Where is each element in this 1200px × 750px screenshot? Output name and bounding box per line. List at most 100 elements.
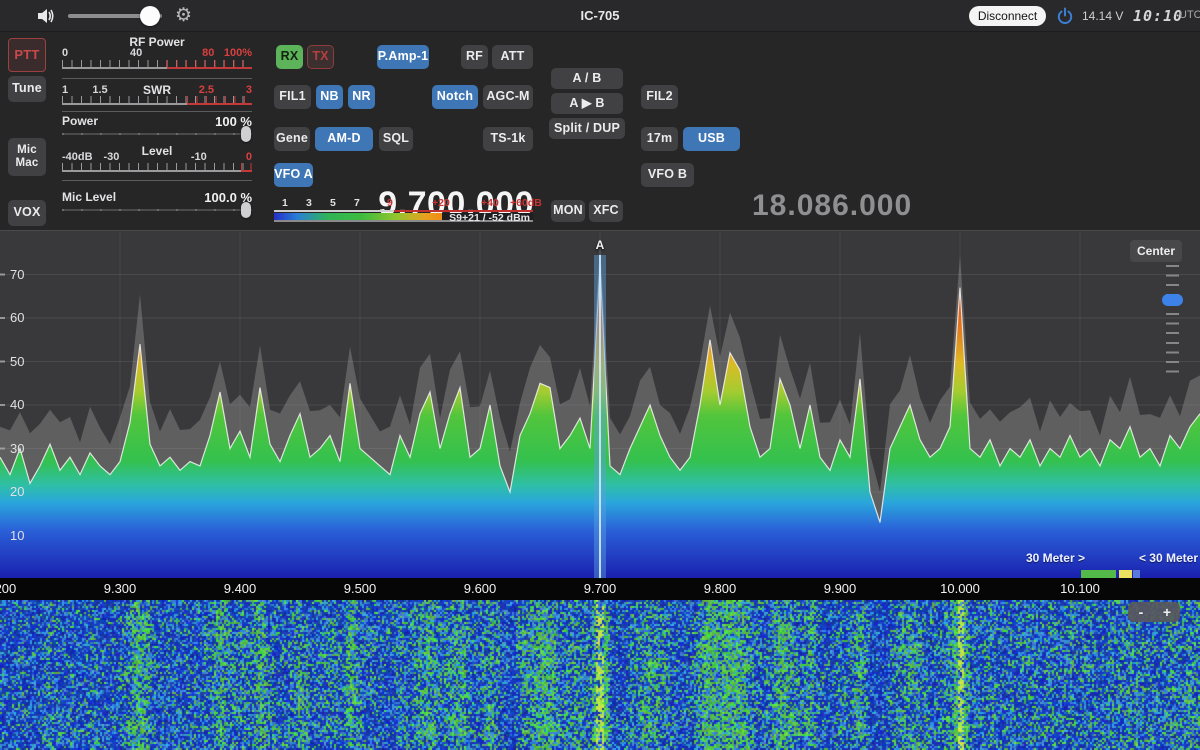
rf-gain-button[interactable]: RF [461,45,488,69]
app-window: ⚙ IC-705 Disconnect 14.14 V 10:10 UTC PT… [0,0,1200,750]
waterfall-display[interactable] [0,600,1200,750]
meter-tick-label: 0 [62,47,68,59]
ts-button[interactable]: TS-1k [483,127,533,151]
frequency-tick-label: 9.600 [464,581,497,596]
s-meter-tick-label: 3 [306,197,312,209]
top-bar: ⚙ IC-705 Disconnect 14.14 V 10:10 UTC [0,0,1200,32]
waterfall-zoom-out-button[interactable]: - [1128,602,1154,622]
power-slider[interactable] [62,130,252,138]
split-dup-button[interactable]: Split / DUP [549,118,625,139]
ab-swap-button[interactable]: A / B [551,68,623,89]
meter-tick-label: 0 [246,151,252,163]
sql-button[interactable]: SQL [379,127,413,151]
frequency-tick-label: 10.100 [1060,581,1100,596]
usb-mode-button[interactable]: USB [683,127,740,151]
s-meter-tick-label: +60dB [510,197,542,209]
meter-tick-label: -30 [103,151,119,163]
mode-button[interactable]: AM-D [315,127,373,151]
a-to-b-button[interactable]: A ▶ B [551,93,623,114]
utc-clock: 10:10 [1133,7,1183,25]
meter-tick-label: 1 [62,84,68,96]
utc-label: UTC [1179,9,1200,21]
s-meter-tick-label: 9 [387,197,393,209]
frequency-tick-label: 9.500 [344,581,377,596]
vfo-a-marker-label: A [590,238,610,252]
tx-button[interactable]: TX [307,45,334,69]
s-meter-fill [274,213,442,220]
level-meter [62,163,252,172]
s-meter-tick-label: +40 [481,197,499,209]
power-slider-handle[interactable] [241,126,251,142]
att-button[interactable]: ATT [492,45,533,69]
meter-tick-label: 2.5 [199,84,214,96]
frequency-axis[interactable]: 9.200 9.300 9.400 9.500 9.600 9.700 9.800 9.900… [0,578,1200,600]
center-button[interactable]: Center [1130,240,1182,262]
ref-level-slider-track[interactable] [1166,265,1179,379]
level-scale: -40dB -30 -10 0 [62,151,252,163]
power-value: 100 % [162,114,252,129]
s-meter-reading: S9+21 / -52 dBm [449,212,530,224]
control-panel: PTT Tune Mic Mac VOX RF Power 04080100% … [0,32,1200,230]
mic-level-label: Mic Level [62,190,116,204]
fil2-button[interactable]: FIL2 [641,85,678,109]
meter-tick-label: -10 [191,151,207,163]
power-icon[interactable] [1056,7,1074,25]
notch-button[interactable]: Notch [432,85,478,109]
vfo-a-button[interactable]: VFO A [274,163,313,187]
swr-scale: 1 1.5 2.5 3 [62,84,252,96]
mic-mac-button[interactable]: Mic Mac [8,138,46,176]
vfo-b-frequency[interactable]: 18.086.000 [752,189,912,223]
spectrum-display[interactable]: 70605040302010 A Center 30 Meter > < 30 … [0,230,1200,578]
frequency-tick-label: 9.800 [704,581,737,596]
vfo-b-button[interactable]: VFO B [641,163,694,187]
ref-level-slider-handle[interactable] [1162,294,1183,306]
band-edge-left-label[interactable]: 30 Meter > [990,551,1085,565]
s-meter-tick-label: 7 [354,197,360,209]
s-meter-tick-label: +20 [432,197,450,209]
rx-button[interactable]: RX [276,45,303,69]
mic-level-slider[interactable] [62,206,252,214]
frequency-tick-label: 9.400 [224,581,257,596]
meter-tick-label: 100% [224,47,252,59]
s-meter-tick-label: 5 [330,197,336,209]
spectrum-y-label: 60 [10,310,24,325]
vox-button[interactable]: VOX [8,200,46,226]
agc-button[interactable]: AGC-M [483,85,533,109]
spectrum-y-label: 50 [10,354,24,369]
band-button[interactable]: 17m [641,127,678,151]
band-edge-right-label[interactable]: < 30 Meter [1130,551,1198,565]
supply-voltage: 14.14 V [1082,9,1123,23]
waterfall-zoom-control: - + [1128,602,1180,622]
meter-tick-label: 80 [202,47,214,59]
frequency-tick-label: 9.900 [824,581,857,596]
meter-tick-label: 3 [246,84,252,96]
mic-level-slider-handle[interactable] [241,202,251,218]
meter-tick-label: 40 [130,47,142,59]
tune-button[interactable]: Tune [8,76,46,102]
mic-mac-label: Mic Mac [16,144,39,169]
mic-level-value: 100.0 % [162,190,252,205]
gene-button[interactable]: Gene [274,127,310,151]
swr-meter [62,96,252,105]
frequency-tick-label: 9.300 [104,581,137,596]
spectrum-plot [0,231,1200,579]
nr-button[interactable]: NR [348,85,375,109]
meter-tick-label: 1.5 [92,84,107,96]
spectrum-y-label: 70 [10,267,24,282]
waterfall-zoom-in-button[interactable]: + [1154,602,1180,622]
preamp-button[interactable]: P.Amp-1 [377,45,429,69]
meter-tick-label: -40dB [62,151,93,163]
frequency-tick-label: 9.200 [0,581,16,596]
nb-button[interactable]: NB [316,85,343,109]
s-meter: 13579+20+40+60dB S9+21 / -52 dBm [274,197,533,223]
fil1-button[interactable]: FIL1 [274,85,311,109]
xfc-button[interactable]: XFC [589,200,623,222]
s-meter-tick-label: 1 [282,197,288,209]
frequency-tick-label: 9.700 [584,581,617,596]
spectrum-y-label: 40 [10,397,24,412]
rf-power-scale: 0 40 80 100% [62,47,252,59]
spectrum-y-label: 10 [10,528,24,543]
mon-button[interactable]: MON [551,200,585,222]
disconnect-button[interactable]: Disconnect [969,6,1046,26]
ptt-button[interactable]: PTT [8,38,46,72]
